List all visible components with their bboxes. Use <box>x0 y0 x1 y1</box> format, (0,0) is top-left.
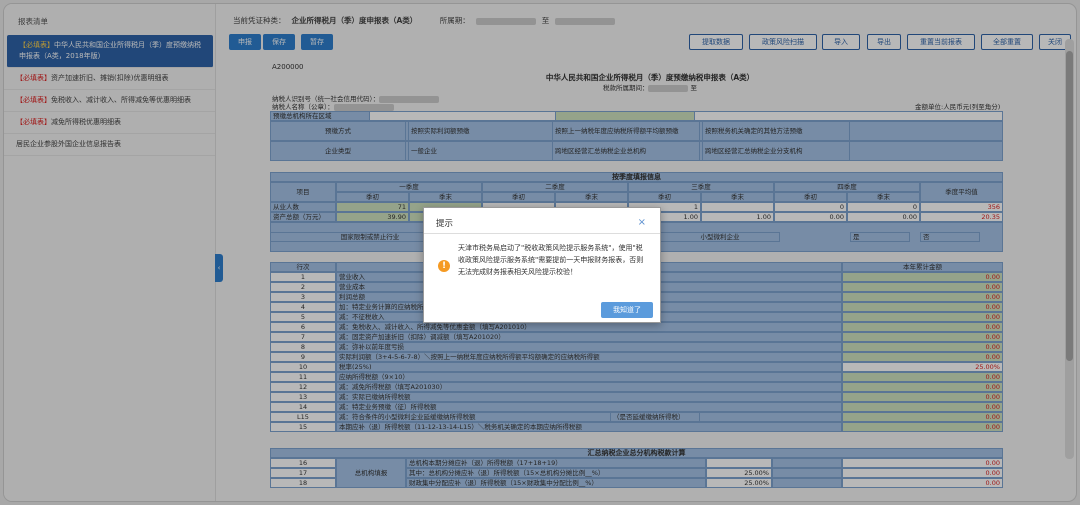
alert-dialog: 提示 × ! 天津市税务局启动了"税收政策风险提示服务系统"，使用"税收政策风险… <box>423 207 661 323</box>
acknowledge-button[interactable]: 我知道了 <box>601 302 653 318</box>
dialog-message: 天津市税务局启动了"税收政策风险提示服务系统"，使用"税收政策风险提示服务系统"… <box>458 244 644 276</box>
close-icon[interactable]: × <box>638 217 646 228</box>
warning-icon: ! <box>438 260 450 272</box>
dialog-title: 提示 <box>424 208 660 234</box>
